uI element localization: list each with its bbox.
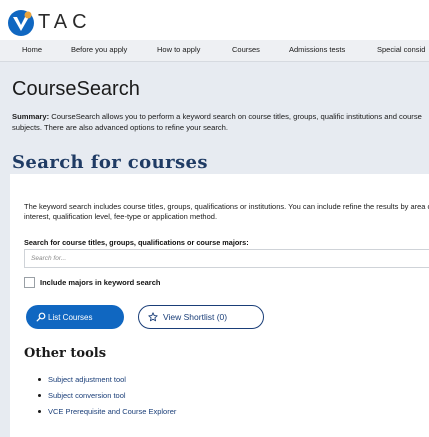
nav-item-admissions-tests[interactable]: Admissions tests (289, 45, 345, 54)
search-description: The keyword search includes course title… (24, 202, 429, 221)
search-label: Search for course titles, groups, qualif… (24, 238, 249, 247)
summary-label: Summary: (12, 112, 50, 121)
nav-item-how-to-apply[interactable]: How to apply (157, 45, 200, 54)
view-shortlist-label: View Shortlist (0) (163, 312, 228, 322)
search-input[interactable] (24, 249, 429, 268)
site-header: TAC (0, 0, 429, 40)
vce-prerequisite-explorer-link[interactable]: VCE Prerequisite and Course Explorer (48, 407, 176, 416)
include-majors-label[interactable]: Include majors in keyword search (40, 278, 160, 287)
nav-item-before-you-apply[interactable]: Before you apply (71, 45, 127, 54)
star-icon (148, 312, 158, 322)
nav-item-special-consideration[interactable]: Special consid (377, 45, 425, 54)
nav-item-home[interactable]: Home (22, 45, 42, 54)
page-summary: Summary: CourseSearch allows you to perf… (12, 111, 429, 133)
include-majors-checkbox[interactable] (24, 277, 35, 288)
other-tools-list: Subject adjustment tool Subject conversi… (37, 375, 176, 423)
vtac-logo-icon[interactable] (6, 8, 36, 38)
subject-adjustment-tool-link[interactable]: Subject adjustment tool (48, 375, 126, 384)
list-item: VCE Prerequisite and Course Explorer (37, 407, 176, 423)
list-courses-label: List Courses (48, 313, 93, 322)
list-item: Subject conversion tool (37, 391, 176, 407)
search-section-title: Search for courses (12, 152, 208, 173)
logo-text[interactable]: TAC (38, 11, 92, 34)
list-item: Subject adjustment tool (37, 375, 176, 391)
search-icon (36, 312, 46, 322)
main-nav: Home Before you apply How to apply Cours… (0, 40, 429, 62)
other-tools-title: Other tools (24, 346, 107, 361)
nav-item-courses[interactable]: Courses (232, 45, 260, 54)
view-shortlist-button[interactable]: View Shortlist (0) (138, 305, 264, 329)
subject-conversion-tool-link[interactable]: Subject conversion tool (48, 391, 126, 400)
list-courses-button[interactable]: List Courses (26, 305, 124, 329)
page-title: CourseSearch (12, 78, 140, 100)
summary-text: CourseSearch allows you to perform a key… (12, 112, 422, 132)
